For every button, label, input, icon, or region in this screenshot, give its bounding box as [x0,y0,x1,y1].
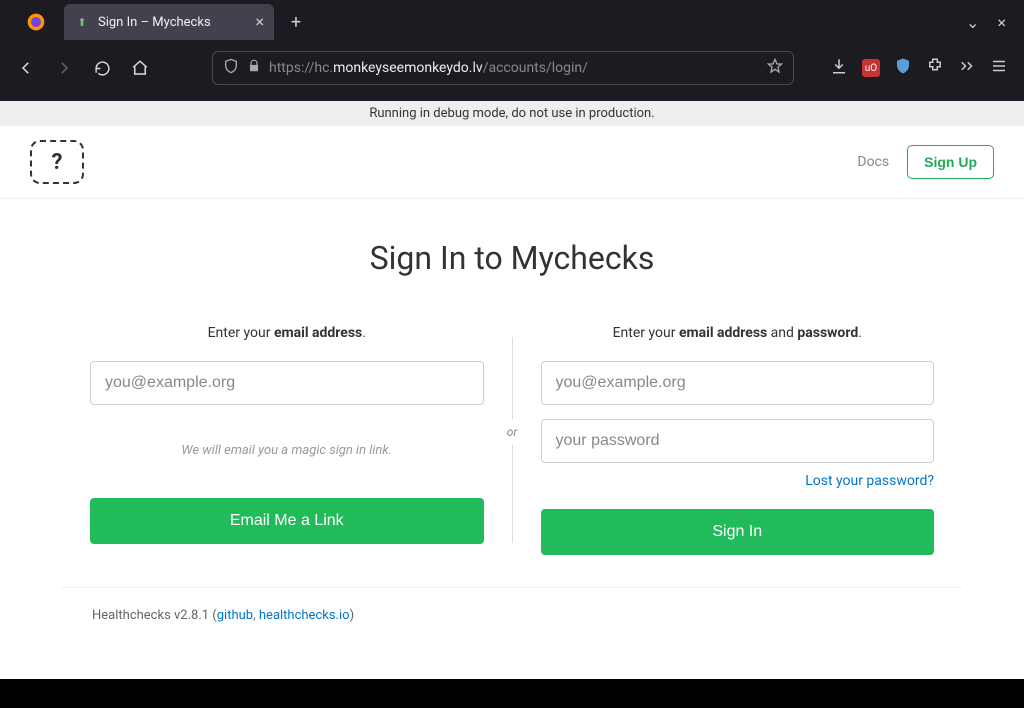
downloads-icon[interactable] [830,57,848,79]
magic-link-form: Enter your email address. We will email … [62,325,512,555]
window-border [0,679,1024,708]
password-form: Enter your email address and password. L… [513,325,963,555]
footer: Healthchecks v2.8.1 (github, healthcheck… [62,587,962,643]
shield-icon [223,58,239,78]
tab-title: Sign In – Mychecks [98,15,247,30]
form-divider: or [512,337,513,543]
docs-link[interactable]: Docs [857,154,889,170]
firefox-icon [8,12,64,32]
page-header: ? Docs Sign Up [0,126,1024,199]
lost-password-link[interactable]: Lost your password? [541,473,935,489]
github-link[interactable]: github [217,608,253,623]
url-text: https://hc.monkeyseemonkeydo.lv/accounts… [269,60,759,76]
extension-shield-icon[interactable] [894,57,912,79]
forward-button [48,52,80,84]
browser-tab[interactable]: ⬆ Sign In – Mychecks × [64,4,274,40]
signin-button[interactable]: Sign In [541,509,935,555]
tab-list-chevron-icon[interactable]: ⌄ [966,13,979,32]
signup-button[interactable]: Sign Up [907,145,994,179]
window-close-icon[interactable]: × [997,13,1006,32]
forms-container: Enter your email address. We will email … [62,325,962,555]
email-link-button[interactable]: Email Me a Link [90,498,484,544]
magic-link-email-input[interactable] [90,361,484,405]
home-button[interactable] [124,52,156,84]
overflow-chevron-icon[interactable] [958,57,976,79]
hamburger-menu-icon[interactable] [990,57,1008,79]
logo[interactable]: ? [30,140,84,184]
reload-button[interactable] [86,52,118,84]
page-title: Sign In to Mychecks [62,239,962,277]
or-separator: or [501,419,524,445]
back-button[interactable] [10,52,42,84]
browser-chrome: ⬆ Sign In – Mychecks × + ⌄ × [0,0,1024,101]
extensions-icon[interactable] [926,57,944,79]
signin-password-input[interactable] [541,419,935,463]
healthchecks-link[interactable]: healthchecks.io [259,608,350,623]
toolbar-icons: uO [830,57,1014,79]
debug-banner: Running in debug mode, do not use in pro… [0,101,1024,126]
magic-link-prompt: Enter your email address. [90,325,484,341]
main: Sign In to Mychecks Enter your email add… [32,199,992,679]
password-prompt: Enter your email address and password. [541,325,935,341]
url-bar[interactable]: https://hc.monkeyseemonkeydo.lv/accounts… [212,51,794,85]
tab-bar: ⬆ Sign In – Mychecks × + ⌄ × [0,0,1024,44]
ublock-icon[interactable]: uO [862,59,880,77]
bookmark-star-icon[interactable] [767,58,783,78]
lock-icon [247,59,261,77]
new-tab-button[interactable]: + [280,6,312,38]
signin-email-input[interactable] [541,361,935,405]
page-content: Running in debug mode, do not use in pro… [0,101,1024,679]
tab-favicon-icon: ⬆ [74,14,90,30]
tab-close-icon[interactable]: × [255,14,264,30]
magic-link-hint: We will email you a magic sign in link. [90,443,484,458]
nav-bar: https://hc.monkeyseemonkeydo.lv/accounts… [0,44,1024,92]
